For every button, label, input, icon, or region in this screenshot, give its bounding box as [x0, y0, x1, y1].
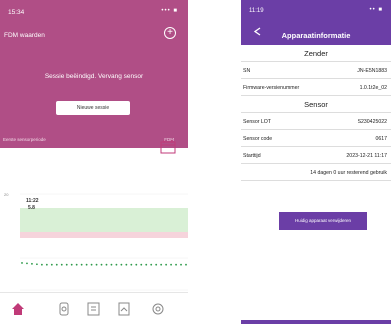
current-value-label: 5.8	[28, 205, 35, 211]
glucose-point	[145, 263, 148, 266]
y-tick-20: 20	[4, 192, 9, 197]
status-icons: •• ■	[369, 7, 383, 13]
session-ended-message: Sessie beëindigd. Vervang sensor	[44, 73, 144, 80]
section-heading-sensor: Sensor	[241, 96, 391, 113]
glucose-point	[140, 263, 143, 266]
home-icon[interactable]	[10, 301, 26, 317]
info-key: Sensor code	[243, 136, 273, 142]
status-time: 15:34	[8, 9, 25, 16]
glucose-point	[85, 263, 88, 266]
glucose-point	[40, 263, 43, 266]
info-row-remaining: 14 dagen 0 uur resterend gebruik	[241, 164, 391, 181]
remove-device-button[interactable]: Huidig apparaat verwijderen	[279, 212, 367, 230]
new-session-button[interactable]: Nieuwe sessie	[56, 101, 130, 115]
glucose-point	[130, 263, 133, 266]
bottom-nav	[0, 292, 188, 324]
glucose-point	[80, 263, 83, 266]
glucose-point	[175, 263, 177, 266]
info-row-start-time: Starttijd 2023-12-21 11:17	[241, 147, 391, 164]
current-time-label: 11:22	[26, 198, 39, 204]
page-title: FDM waarden	[4, 32, 45, 39]
glucose-point	[180, 263, 182, 266]
left-phone-screen: 15:34 ••• ■ FDM waarden + Sessie beëindi…	[0, 0, 188, 324]
section-heading-zender: Zender	[241, 45, 391, 62]
info-row-sensor-lot: Sensor LOT S230425022	[241, 113, 391, 130]
glucose-point	[75, 263, 78, 266]
glucose-point	[26, 262, 28, 265]
sensor-icon[interactable]	[56, 301, 72, 317]
glucose-point	[21, 262, 23, 264]
glucose-point	[165, 263, 168, 266]
device-info-header: 11:19 •• ■ Apparaatinformatie	[241, 0, 391, 45]
report-icon[interactable]	[86, 301, 102, 317]
glucose-point	[65, 263, 68, 266]
glucose-point	[170, 263, 172, 266]
status-icons: ••• ■	[161, 8, 178, 14]
info-value: S230425022	[357, 119, 387, 125]
first-sensor-period-label: Eerste sensorperiode	[3, 137, 46, 142]
glucose-point	[95, 263, 98, 266]
info-value: 2023-12-21 11:17	[346, 153, 387, 159]
status-time: 11:19	[249, 8, 264, 14]
right-phone-screen: 11:19 •• ■ Apparaatinformatie Zender SN …	[241, 0, 391, 324]
glucose-point	[105, 263, 108, 266]
glucose-point	[45, 263, 48, 266]
info-key: SN	[243, 68, 251, 74]
page-title: Apparaatinformatie	[281, 31, 351, 40]
info-value: 1.0.1t2e_02	[359, 85, 387, 91]
glucose-point	[60, 263, 63, 266]
fdm-header: 15:34 ••• ■ FDM waarden + Sessie beëindi…	[0, 0, 188, 148]
glucose-point	[90, 263, 93, 266]
glucose-point	[70, 263, 73, 266]
glucose-point	[150, 263, 153, 266]
glucose-point	[155, 263, 158, 266]
info-value: 0617	[375, 136, 387, 142]
glucose-point	[31, 262, 33, 265]
glucose-point	[115, 263, 118, 266]
glucose-point	[125, 263, 128, 266]
glucose-point	[50, 263, 53, 266]
glucose-point	[100, 263, 103, 266]
glucose-chart: 20 11:22 5.8 11:2211:4212:02	[4, 192, 188, 307]
glucose-point	[55, 263, 58, 266]
glucose-point	[135, 263, 138, 266]
remaining-usage: 14 dagen 0 uur resterend gebruik	[310, 170, 387, 176]
glucose-point	[36, 263, 38, 266]
add-plus-icon[interactable]: +	[164, 27, 176, 39]
device-info-table: Zender SN JN-E5N1883 Firmware-versienumm…	[241, 45, 391, 181]
glucose-point	[160, 263, 163, 266]
settings-icon[interactable]	[150, 301, 166, 317]
bottom-bar	[241, 320, 391, 324]
info-value: JN-E5N1883	[357, 68, 387, 74]
info-key: Sensor LOT	[243, 119, 271, 125]
history-icon[interactable]	[116, 301, 132, 317]
glucose-point	[185, 263, 187, 266]
info-row-sn: SN JN-E5N1883	[241, 62, 391, 79]
info-key: Firmware-versienummer	[243, 85, 300, 91]
info-key: Starttijd	[243, 153, 261, 159]
info-row-firmware: Firmware-versienummer 1.0.1t2e_02	[241, 79, 391, 96]
glucose-point	[110, 263, 113, 266]
glucose-point	[120, 263, 123, 266]
info-row-sensor-code: Sensor code 0617	[241, 130, 391, 147]
